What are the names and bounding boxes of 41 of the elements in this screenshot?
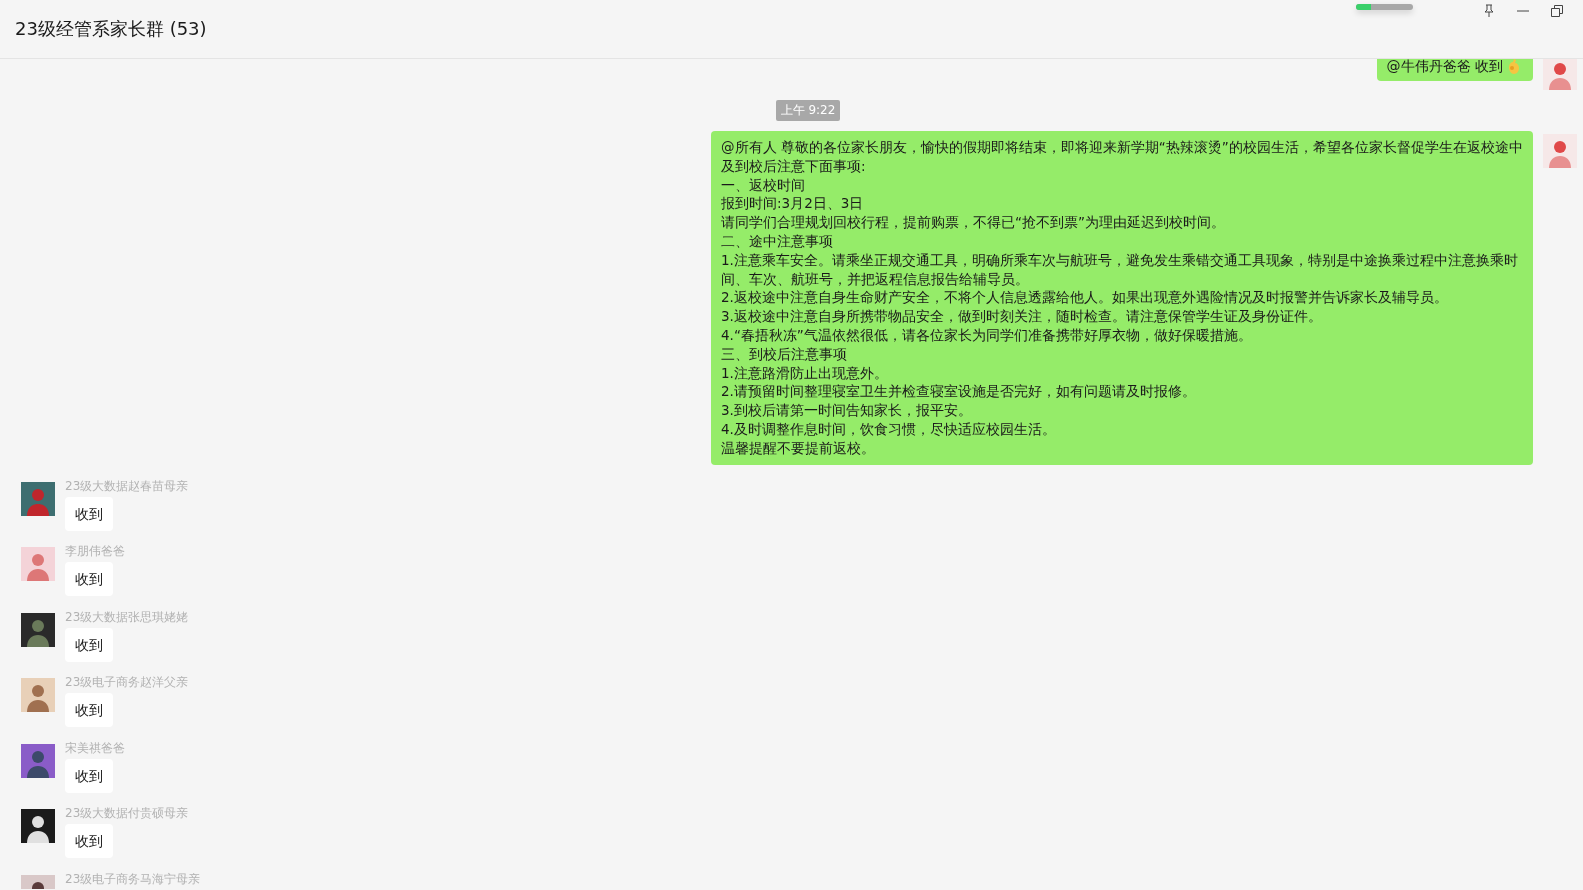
avatar-icon	[21, 743, 55, 778]
message-line: 2.返校途中注意自身生命财产安全，不将个人信息透露给他人。如果出现意外遇险情况及时报警并告诉家长及辅导员。	[721, 288, 1448, 308]
message-line: 3.到校后请第一时间告知家长，报平安。	[721, 401, 972, 420]
sender-name: 李朋伟爸爸	[65, 544, 125, 559]
sender-name: 23级电子商务马海宁母亲	[65, 871, 201, 886]
chat-title: 23级经管系家长群 (53)	[15, 17, 207, 41]
message-bubble: 收到	[65, 824, 113, 859]
sender-name: 23级大数据张思琪姥姥	[65, 609, 189, 624]
avatar-icon	[21, 678, 55, 713]
message-line: 请同学们合理规划回校行程，提前购票，不得已“抢不到票”为理由延迟到校时间。	[721, 213, 1225, 232]
sender-name: 23级大数据赵春苗母亲	[65, 478, 189, 493]
message-line: 一、返校时间	[721, 175, 805, 195]
avatar-icon	[21, 481, 55, 516]
timestamp: 上午 9:22	[775, 100, 841, 121]
message-bubble: 收到	[65, 496, 113, 531]
sender-name: 宋美祺爸爸	[65, 740, 125, 755]
avatar-icon	[1543, 59, 1577, 90]
message-line: 2.请预留时间整理寝室卫生并检查寝室设施是否完好，如有问题请及时报修。	[721, 382, 1196, 402]
message-text: @牛伟丹爸爸 收到	[1386, 59, 1503, 76]
message-bubble: 收到	[65, 758, 113, 793]
sender-name: 23级电子商务赵洋父亲	[65, 675, 189, 690]
message-line: 4.“春捂秋冻”气温依然很低，请各位家长为同学们准备携带好厚衣物，做好保暖措施。	[721, 325, 1252, 345]
message-line: @所有人 尊敬的各位家长朋友，愉快的假期即将结束，即将迎来新学期“热辣滚烫”的校园生活，希望各位家长督促学生在返校途中及到校后注意下面事项:	[721, 138, 1523, 176]
message-bubble: 收到	[65, 562, 113, 597]
message-line: 温馨提醒不要提前返校。	[721, 438, 875, 458]
sender-name: 23级大数据付贵硕母亲	[65, 806, 189, 821]
message-line: 二、途中注意事项	[721, 232, 833, 251]
message-line: 1.注意路滑防止出现意外。	[721, 363, 888, 383]
avatar-icon	[21, 612, 55, 647]
message-line: 三、到校后注意事项	[721, 344, 847, 364]
pin-icon[interactable]	[1483, 4, 1495, 18]
message-line: 1.注意乘车安全。请乘坐正规交通工具，明确所乘车次与航班号，避免发生乘错交通工具现象，特别是中途换乘过程中注意换乘时间、车次、航班号，并把返程信息报告给辅导员。	[721, 250, 1519, 289]
message-bubble: 收到	[65, 627, 113, 662]
message-line: 4.及时调整作息时间，饮食习惯，尽快适应校园生活。	[721, 419, 1056, 439]
avatar-icon	[21, 547, 55, 582]
avatar-icon	[1543, 134, 1577, 168]
message-line: 3.返校途中注意自身所携带物品安全，做到时刻关注，随时检查。请注意保管学生证及身份证件。	[721, 307, 1322, 326]
avatar-icon	[21, 809, 55, 844]
message-line: 报到时间:3月2日、3日	[721, 194, 864, 214]
message-bubble: 收到	[65, 693, 113, 728]
restore-icon[interactable]	[1551, 5, 1563, 17]
